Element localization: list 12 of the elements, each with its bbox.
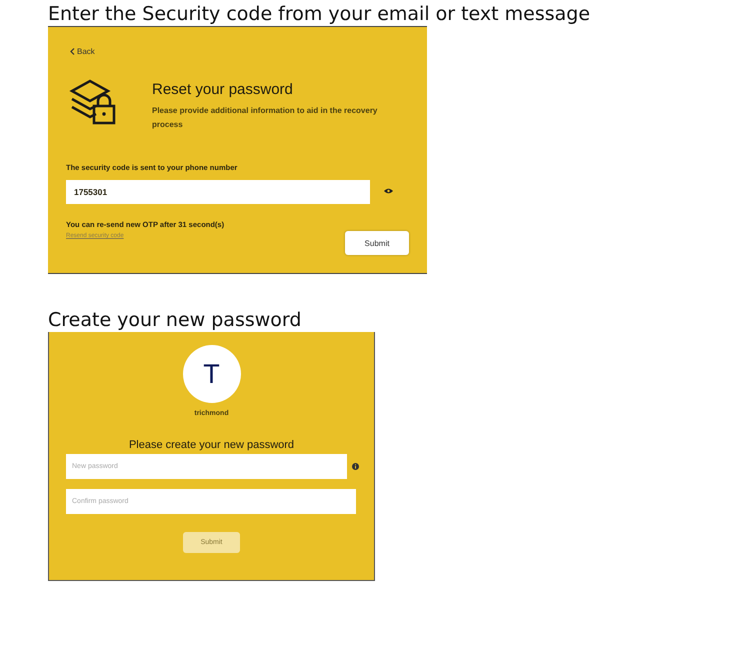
panel-title: Reset your password: [152, 81, 294, 98]
chevron-left-icon: [70, 48, 75, 55]
security-code-field[interactable]: 1755301: [66, 180, 370, 204]
section-heading: Enter the Security code from your email or text message: [48, 3, 590, 25]
form-title: Please create your new password: [128, 439, 294, 451]
back-link[interactable]: Back: [70, 47, 95, 56]
info-icon[interactable]: [352, 463, 359, 470]
submit-button[interactable]: Submit: [345, 231, 409, 255]
eye-icon[interactable]: [384, 188, 393, 194]
section-heading: Create your new password: [48, 309, 302, 331]
avatar: T: [182, 345, 240, 403]
panel-subtitle: Please provide additional information to aid in the recovery process: [152, 105, 378, 131]
